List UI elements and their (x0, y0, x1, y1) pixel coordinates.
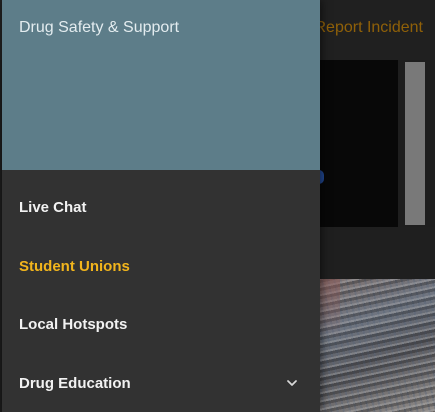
nav-item-label: Drug Education (19, 374, 131, 392)
drawer-title: Drug Safety & Support (19, 19, 180, 36)
nav-item-live-chat[interactable]: Live Chat (2, 178, 320, 236)
nav-item-drug-education[interactable]: Drug Education (2, 354, 320, 412)
nav-item-local-hotspots[interactable]: Local Hotspots (2, 295, 320, 353)
nav-item-label: Local Hotspots (19, 315, 128, 333)
nav-item-label: Student Unions (19, 257, 130, 275)
nav-item-student-unions[interactable]: Student Unions (2, 237, 320, 295)
screen: Report Incident Drug Safety & Support Li… (0, 0, 435, 412)
drawer-header: Drug Safety & Support (2, 0, 320, 170)
navigation-drawer: Drug Safety & Support Live Chat Student … (2, 0, 320, 412)
nav-item-label: Live Chat (19, 198, 87, 216)
chevron-down-icon[interactable] (284, 375, 300, 391)
